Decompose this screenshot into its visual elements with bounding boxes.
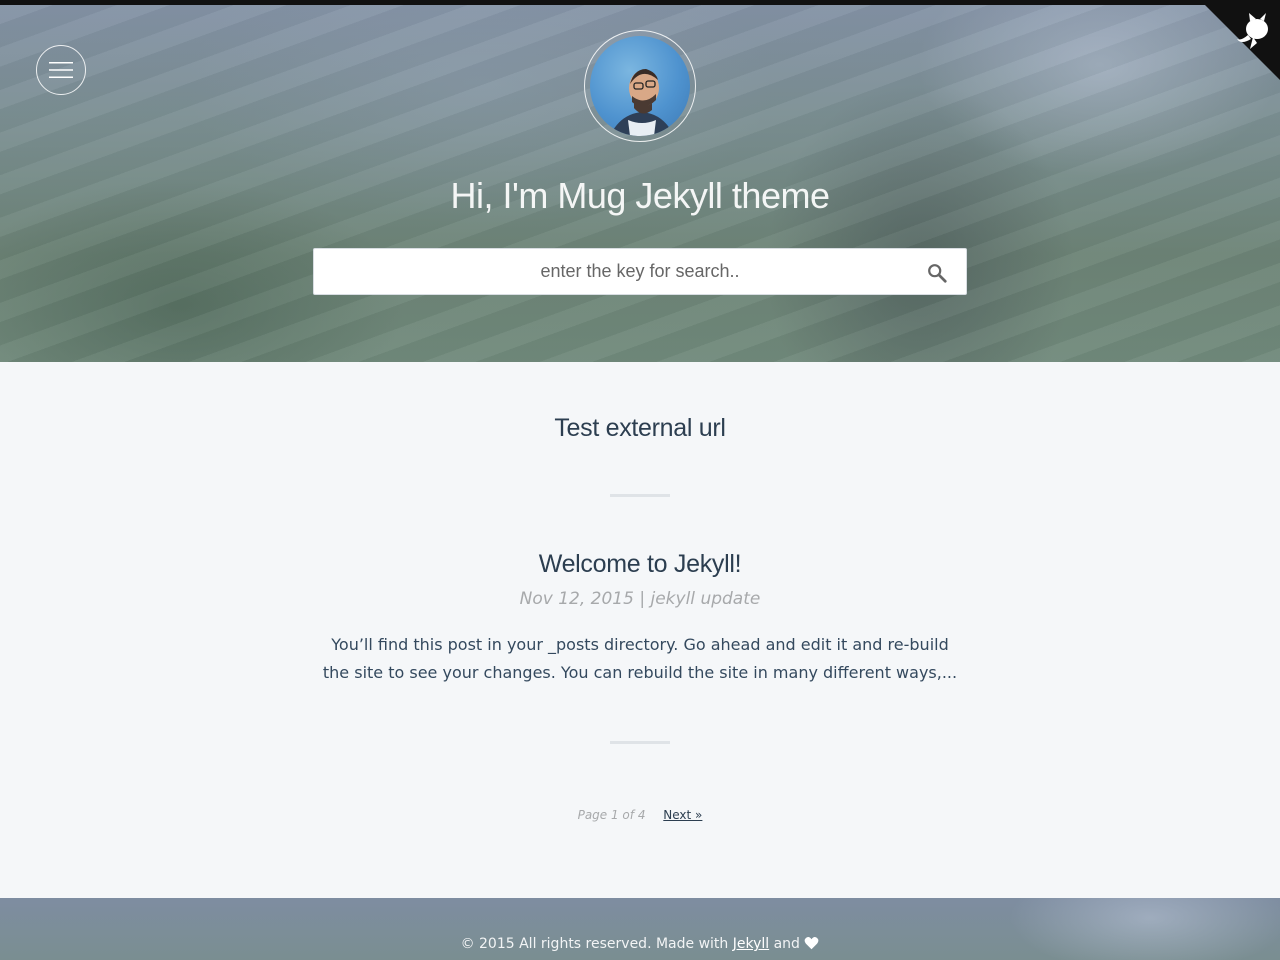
post-title-link[interactable]: Test external url — [0, 414, 1280, 443]
post-meta: Nov 12, 2015 | jekyll update — [0, 589, 1280, 609]
post-item: Welcome to Jekyll! Nov 12, 2015 | jekyll… — [0, 550, 1280, 687]
post-category: jekyll update — [650, 589, 761, 609]
post-item: Test external url — [0, 414, 1280, 443]
post-divider — [610, 741, 670, 744]
search-box — [313, 248, 967, 295]
search-icon[interactable] — [926, 262, 948, 284]
copyright-text: © 2015 All rights reserved. Made with — [460, 936, 733, 952]
menu-button[interactable] — [36, 45, 86, 95]
post-date: Nov 12, 2015 — [519, 589, 634, 609]
footer-and-text: and — [769, 936, 805, 952]
hamburger-menu-icon — [49, 62, 73, 78]
avatar-image — [590, 36, 690, 136]
avatar[interactable] — [584, 30, 696, 142]
hero-header: Hi, I'm Mug Jekyll theme — [0, 5, 1280, 362]
next-page-link[interactable]: Next » — [663, 808, 702, 822]
heart-icon — [805, 937, 819, 950]
meta-separator: | — [639, 589, 646, 609]
post-title-link[interactable]: Welcome to Jekyll! — [0, 550, 1280, 579]
footer: © 2015 All rights reserved. Made with Je… — [0, 898, 1280, 960]
post-divider — [610, 494, 670, 497]
top-bar — [0, 0, 1280, 5]
github-corner-link[interactable] — [1205, 5, 1280, 80]
page-count: Page 1 of 4 — [577, 808, 646, 822]
post-excerpt: You’ll find this post in your _posts dir… — [322, 635, 958, 682]
jekyll-link[interactable]: Jekyll — [733, 936, 769, 952]
post-list: Test external url Welcome to Jekyll! Nov… — [0, 362, 1280, 898]
pagination: Page 1 of 4 Next » — [0, 808, 1280, 822]
search-input[interactable] — [314, 249, 966, 294]
site-title: Hi, I'm Mug Jekyll theme — [450, 175, 830, 216]
footer-text: © 2015 All rights reserved. Made with Je… — [0, 936, 1280, 952]
